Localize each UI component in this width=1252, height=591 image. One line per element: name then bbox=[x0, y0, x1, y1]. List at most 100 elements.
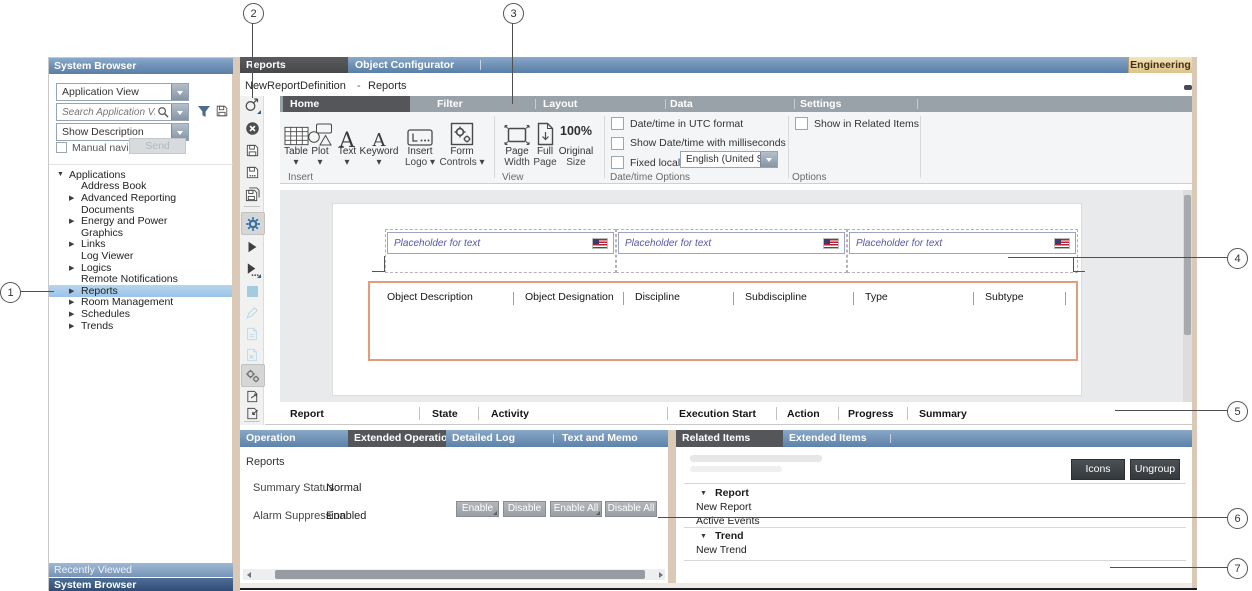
tree-item[interactable]: Address Book bbox=[49, 181, 232, 193]
checkbox-icon[interactable] bbox=[611, 156, 624, 169]
report-table[interactable]: Object Description Object Designation Disc… bbox=[368, 281, 1078, 361]
expander-icon[interactable]: ▶ bbox=[69, 298, 81, 306]
tree-item[interactable]: ▶ Energy and Power bbox=[49, 215, 232, 227]
alarm-suppression-button[interactable]: Disable bbox=[503, 501, 546, 517]
operation-tab[interactable]: Detailed Log bbox=[446, 430, 551, 447]
us-flag-icon[interactable] bbox=[824, 239, 838, 248]
expander-icon[interactable]: ▶ bbox=[69, 217, 81, 225]
us-flag-icon[interactable] bbox=[1055, 239, 1069, 248]
search-input[interactable] bbox=[57, 104, 157, 120]
tree-item[interactable]: ▶ Links bbox=[49, 239, 232, 251]
related-item[interactable]: New Trend bbox=[696, 544, 747, 558]
ribbon-tab[interactable]: Filter bbox=[437, 96, 463, 112]
operation-tab[interactable]: Operation bbox=[240, 430, 348, 447]
chevron-down-icon[interactable] bbox=[760, 152, 777, 167]
us-flag-icon[interactable] bbox=[593, 239, 607, 248]
chevron-down-icon[interactable] bbox=[171, 84, 188, 100]
scroll-right-icon[interactable] bbox=[659, 572, 666, 578]
keyword-button[interactable]: A Keyword ▾ bbox=[361, 116, 397, 168]
alarm-suppression-button[interactable]: Enable All bbox=[550, 501, 602, 517]
expander-icon[interactable]: ▶ bbox=[69, 240, 81, 248]
ribbon-tab[interactable]: Home bbox=[283, 96, 410, 112]
search-box[interactable] bbox=[56, 103, 189, 121]
execution-column-header[interactable]: Execution Start bbox=[679, 408, 756, 420]
full-page-button[interactable]: Full Page bbox=[530, 116, 560, 168]
execution-column-header[interactable]: Report bbox=[290, 408, 324, 420]
table-column-header[interactable]: Discipline bbox=[635, 291, 680, 303]
original-size-button[interactable]: 100% Original Size bbox=[558, 116, 594, 168]
text-placeholder[interactable]: Placeholder for text bbox=[385, 229, 616, 273]
system-browser-header[interactable]: System Browser bbox=[49, 58, 233, 74]
breadcrumb-current[interactable]: Reports bbox=[368, 80, 407, 92]
related-panel-button[interactable]: Icons bbox=[1071, 459, 1125, 480]
operation-tab[interactable]: Text and Memo bbox=[556, 430, 672, 447]
new-report-icon[interactable] bbox=[243, 96, 261, 114]
execution-column-header[interactable]: State bbox=[432, 408, 458, 420]
table-column-header[interactable]: Type bbox=[865, 291, 888, 303]
pin-icon[interactable] bbox=[1184, 85, 1192, 90]
locale-dropdown[interactable]: English (United States) bbox=[680, 151, 778, 168]
chevron-down-icon[interactable] bbox=[171, 104, 188, 120]
breadcrumb-root[interactable]: NewReportDefinition bbox=[245, 80, 346, 92]
checkbox-icon[interactable] bbox=[611, 117, 624, 130]
expander-icon[interactable]: ▼ bbox=[57, 171, 69, 178]
search-icon[interactable] bbox=[157, 106, 169, 118]
canvas-scrollbar[interactable] bbox=[1183, 190, 1192, 402]
group-expander-icon[interactable]: ▼ bbox=[700, 533, 707, 540]
expander-icon[interactable]: ▶ bbox=[69, 264, 81, 272]
text-placeholder[interactable]: Placeholder for text bbox=[847, 229, 1078, 273]
horizontal-scrollbar[interactable] bbox=[243, 569, 665, 580]
tree-item[interactable]: ▶ Room Management bbox=[49, 297, 232, 309]
recently-viewed-bar[interactable]: Recently Viewed bbox=[49, 563, 233, 577]
filter-icon[interactable] bbox=[197, 105, 211, 118]
execution-column-header[interactable]: Summary bbox=[919, 408, 967, 420]
alarm-suppression-button[interactable]: Enable bbox=[456, 501, 499, 517]
table-column-header[interactable]: Subdiscipline bbox=[745, 291, 807, 303]
tab-object-configurator[interactable]: Object Configurator bbox=[355, 57, 454, 73]
page-width-button[interactable]: Page Width bbox=[500, 116, 534, 168]
alarm-suppression-button[interactable]: Disable All bbox=[605, 501, 657, 517]
text-placeholder[interactable]: Placeholder for text bbox=[616, 229, 847, 273]
table-column-header[interactable]: Object Designation bbox=[525, 291, 614, 303]
tab-reports[interactable]: Reports bbox=[240, 57, 348, 73]
save-as-icon[interactable] bbox=[243, 163, 261, 181]
run-options-icon[interactable] bbox=[243, 260, 261, 278]
related-group-trend[interactable]: Trend bbox=[715, 530, 744, 542]
related-item[interactable]: New Report bbox=[696, 501, 760, 515]
save-filter-icon[interactable] bbox=[215, 104, 229, 118]
text-placeholder-box[interactable]: Placeholder for text bbox=[849, 232, 1076, 254]
tree-item[interactable]: Graphics bbox=[49, 227, 232, 239]
stop-icon[interactable] bbox=[243, 282, 261, 300]
options-checkbox-row[interactable]: Show in Related Items bbox=[795, 114, 919, 134]
text-placeholder-box[interactable]: Placeholder for text bbox=[387, 232, 614, 254]
expander-icon[interactable]: ▶ bbox=[69, 287, 81, 295]
insert-logo-button[interactable]: Insert Logo ▾ bbox=[398, 116, 442, 168]
manage-gears-icon[interactable] bbox=[241, 364, 265, 387]
checkbox-icon[interactable] bbox=[795, 117, 808, 130]
manual-navigation-checkbox[interactable] bbox=[56, 142, 67, 153]
tree-item[interactable]: Log Viewer bbox=[49, 250, 232, 262]
tree-item[interactable]: Remote Notifications bbox=[49, 273, 232, 285]
tree-item[interactable]: ▼ Applications bbox=[49, 169, 232, 181]
save-all-icon[interactable] bbox=[243, 185, 261, 203]
datetime-checkbox-row[interactable]: Date/time in UTC format bbox=[611, 114, 786, 134]
execution-column-header[interactable]: Progress bbox=[848, 408, 894, 420]
form-controls-button[interactable]: Form Controls ▾ bbox=[438, 116, 486, 168]
related-tab[interactable]: Related Items bbox=[676, 430, 783, 447]
text-placeholder-box[interactable]: Placeholder for text bbox=[618, 232, 845, 254]
expander-icon[interactable]: ▶ bbox=[69, 194, 81, 202]
save-icon[interactable] bbox=[243, 141, 261, 159]
checkbox-icon[interactable] bbox=[611, 137, 624, 150]
tree-item[interactable]: Documents bbox=[49, 204, 232, 216]
run-icon[interactable] bbox=[243, 238, 261, 256]
ribbon-tab[interactable]: Data bbox=[670, 96, 693, 112]
table-column-header[interactable]: Object Description bbox=[387, 291, 473, 303]
text-button[interactable]: A Text ▾ bbox=[331, 116, 363, 168]
expander-icon[interactable]: ▶ bbox=[69, 322, 81, 330]
operation-tab[interactable]: Extended Operation bbox=[348, 430, 446, 447]
execution-column-header[interactable]: Activity bbox=[491, 408, 529, 420]
tree-item[interactable]: ▶ Advanced Reporting bbox=[49, 192, 232, 204]
document-import-icon[interactable] bbox=[243, 404, 261, 422]
related-group-report[interactable]: Report bbox=[715, 487, 749, 499]
tree-item[interactable]: ▶ Reports bbox=[49, 285, 232, 297]
